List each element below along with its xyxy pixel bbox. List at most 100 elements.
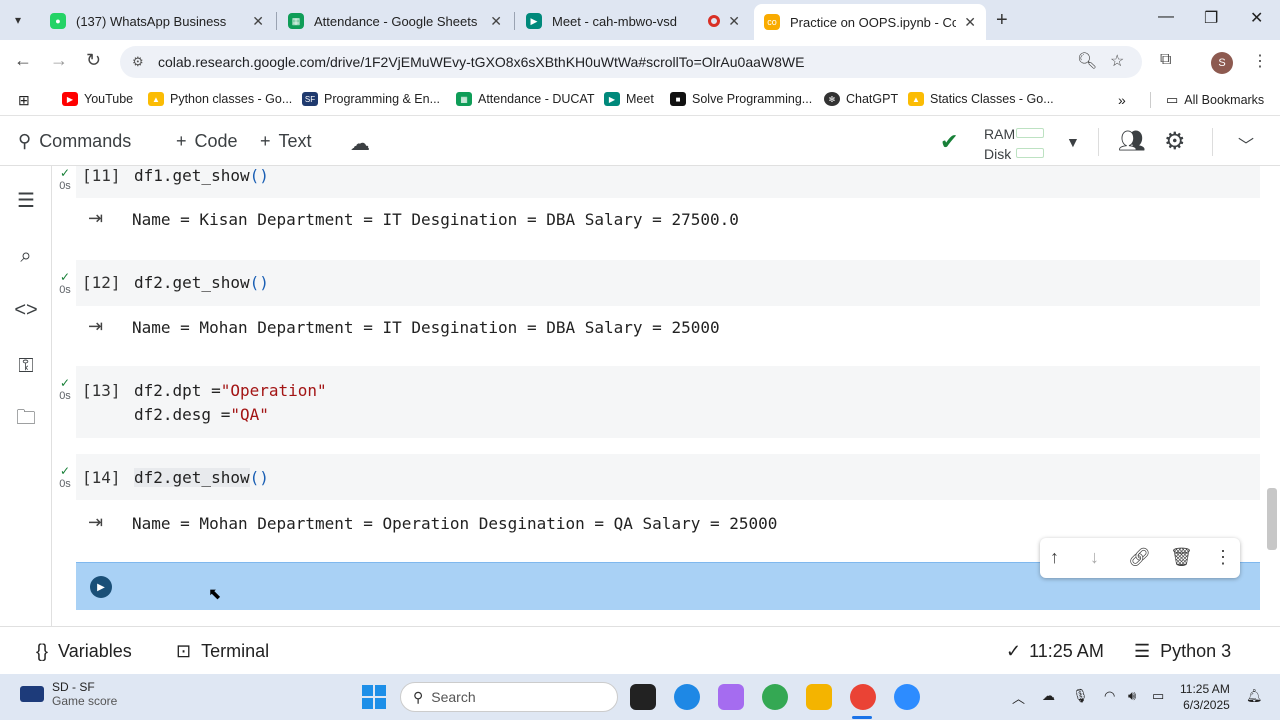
paren: (): [249, 273, 269, 292]
extensions-icon[interactable]: ⧉: [1160, 51, 1171, 69]
output-toggle-icon[interactable]: ⇥: [88, 208, 103, 229]
add-code-button[interactable]: + Code: [176, 131, 238, 152]
battery-icon[interactable]: ▭: [1152, 688, 1164, 704]
bookmark-star-icon[interactable]: ☆: [1110, 51, 1124, 71]
code-text: df2.get_show: [134, 468, 250, 487]
cloud-save-icon[interactable]: ☁: [350, 131, 370, 156]
microphone-icon[interactable]: 🎙︎: [1072, 688, 1089, 704]
volume-icon[interactable]: 🔊︎: [1128, 688, 1136, 704]
zoom-icon[interactable]: 🔍︎: [1077, 51, 1097, 71]
runtime-button[interactable]: ☰ Python 3: [1134, 641, 1231, 662]
news-widget[interactable]: SD - SF Game score: [20, 680, 117, 708]
chrome-icon[interactable]: [762, 684, 788, 710]
mouse-cursor-icon: ⬉: [208, 586, 222, 603]
mlb-logo-icon: [20, 686, 44, 702]
scrollbar[interactable]: [1267, 488, 1277, 550]
collapse-chevron-icon[interactable]: ﹀: [1238, 132, 1254, 156]
back-icon[interactable]: ←: [14, 50, 32, 71]
wifi-icon[interactable]: ◠: [1104, 688, 1115, 704]
more-options-icon[interactable]: ⋮: [1214, 547, 1232, 568]
more-bookmarks-icon[interactable]: »: [1118, 92, 1126, 108]
execution-status[interactable]: ✓ 11:25 AM: [1006, 641, 1104, 662]
terminal-button[interactable]: ⊡ Terminal: [176, 641, 269, 662]
link-icon[interactable]: 🔗︎: [1128, 547, 1151, 568]
bookmark-solve-programming[interactable]: ■ Solve Programming...: [670, 92, 812, 106]
close-icon[interactable]: ✕: [490, 13, 502, 30]
close-icon[interactable]: ✕: [252, 13, 264, 30]
table-of-contents-icon[interactable]: ☰: [12, 186, 40, 214]
notebook-area: ✓ 0s [11] df1.get_show() ⇥ Name = Kisan …: [52, 166, 1280, 626]
apps-grid-icon[interactable]: ⊞: [18, 92, 30, 109]
code-line: df2.get_show(): [134, 468, 269, 487]
output-toggle-icon[interactable]: ⇥: [88, 316, 103, 337]
close-window-icon[interactable]: ✕: [1250, 8, 1263, 28]
onedrive-icon[interactable]: ☁: [1042, 688, 1055, 704]
run-cell-button[interactable]: ▶: [90, 576, 112, 598]
taskbar-clock[interactable]: 11:25 AM 6/3/2025: [1180, 681, 1230, 713]
tab-whatsapp[interactable]: ● (137) WhatsApp Business ✕: [40, 6, 274, 36]
variables-label: Variables: [58, 641, 132, 661]
notifications-icon[interactable]: 🔔︎: [1246, 688, 1263, 704]
tab-attendance-sheets[interactable]: ▦ Attendance - Google Sheets ✕: [278, 6, 512, 36]
delete-icon[interactable]: 🗑︎: [1170, 547, 1193, 568]
divider: [1150, 92, 1151, 108]
move-up-icon[interactable]: ↑: [1050, 547, 1059, 568]
resource-monitor[interactable]: RAM Disk: [984, 124, 1015, 164]
terminal-label: Terminal: [201, 641, 270, 661]
all-bookmarks[interactable]: ▭ All Bookmarks: [1166, 92, 1264, 108]
all-bookmarks-label: All Bookmarks: [1184, 93, 1265, 107]
bookmark-label: YouTube: [84, 92, 134, 106]
bookmark-statics-classes[interactable]: ▲ Statics Classes - Go...: [908, 92, 1054, 106]
bookmark-programming[interactable]: SF Programming & En...: [302, 92, 440, 106]
browser-menu-icon[interactable]: ⋮: [1252, 51, 1268, 71]
whatsapp-icon: ●: [50, 13, 66, 29]
address-bar[interactable]: ⚙ colab.research.google.com/drive/1F2VjE…: [120, 46, 1142, 78]
restore-icon[interactable]: ❐: [1204, 8, 1218, 28]
reload-icon[interactable]: ↻: [86, 50, 101, 71]
secrets-key-icon[interactable]: ⚿: [12, 352, 40, 380]
check-icon: ✓: [59, 376, 71, 390]
tab-colab[interactable]: co Practice on OOPS.ipynb - Colab ✕: [754, 4, 986, 40]
commands-label: Commands: [39, 131, 132, 151]
task-view-icon[interactable]: [630, 684, 656, 710]
add-text-button[interactable]: + Text: [260, 131, 312, 152]
code-label: Code: [194, 131, 238, 151]
settings-gear-icon[interactable]: ⚙: [1164, 127, 1186, 156]
variables-button[interactable]: {} Variables: [36, 641, 132, 662]
profile-avatar[interactable]: S: [1211, 52, 1233, 74]
share-people-icon[interactable]: 👥︎: [1118, 128, 1146, 154]
files-folder-icon[interactable]: 🗀: [12, 406, 40, 434]
new-tab-icon[interactable]: +: [996, 9, 1008, 32]
code-cell[interactable]: [76, 366, 1260, 438]
zoom-app-icon[interactable]: [894, 684, 920, 710]
recording-icon: [708, 15, 721, 27]
close-icon[interactable]: ✕: [728, 13, 740, 30]
code-snippets-icon[interactable]: <>: [12, 296, 40, 324]
chrome-active-icon[interactable]: [850, 684, 876, 710]
tab-search-chevron-icon[interactable]: ▾: [6, 8, 30, 32]
tab-meet[interactable]: ▶ Meet - cah-mbwo-vsd ✕: [516, 6, 750, 36]
taskbar-search[interactable]: ⚲ Search: [400, 682, 618, 712]
windows-start-icon[interactable]: [362, 685, 386, 709]
colab-toolbar: ⚲ Commands + Code + Text ☁ ✔ RAM Disk ▼ …: [0, 118, 1280, 166]
forward-icon[interactable]: →: [50, 50, 68, 71]
bookmark-chatgpt[interactable]: ✻ ChatGPT: [824, 92, 898, 106]
edge-icon[interactable]: [674, 684, 700, 710]
close-icon[interactable]: ✕: [964, 14, 976, 31]
copilot-icon[interactable]: [718, 684, 744, 710]
commands-button[interactable]: ⚲ Commands: [18, 131, 131, 152]
bookmark-python-classes[interactable]: ▲ Python classes - Go...: [148, 92, 292, 106]
bookmark-youtube[interactable]: ▶ YouTube: [62, 92, 133, 106]
bookmark-meet[interactable]: ▶ Meet: [604, 92, 654, 106]
sheets-icon: ▦: [288, 13, 304, 29]
site-info-icon[interactable]: ⚙: [132, 54, 150, 70]
runtime-dropdown-icon[interactable]: ▼: [1066, 134, 1080, 150]
minimize-icon[interactable]: —: [1158, 8, 1174, 26]
tray-expand-icon[interactable]: ︿: [1012, 688, 1025, 707]
bookmark-attendance-ducat[interactable]: ▦ Attendance - DUCAT: [456, 92, 594, 106]
bookmark-label: Programming & En...: [324, 92, 441, 106]
find-replace-icon[interactable]: ⌕: [12, 242, 40, 270]
file-explorer-icon[interactable]: [806, 684, 832, 710]
move-down-icon[interactable]: ↓: [1090, 547, 1099, 568]
output-toggle-icon[interactable]: ⇥: [88, 512, 103, 533]
